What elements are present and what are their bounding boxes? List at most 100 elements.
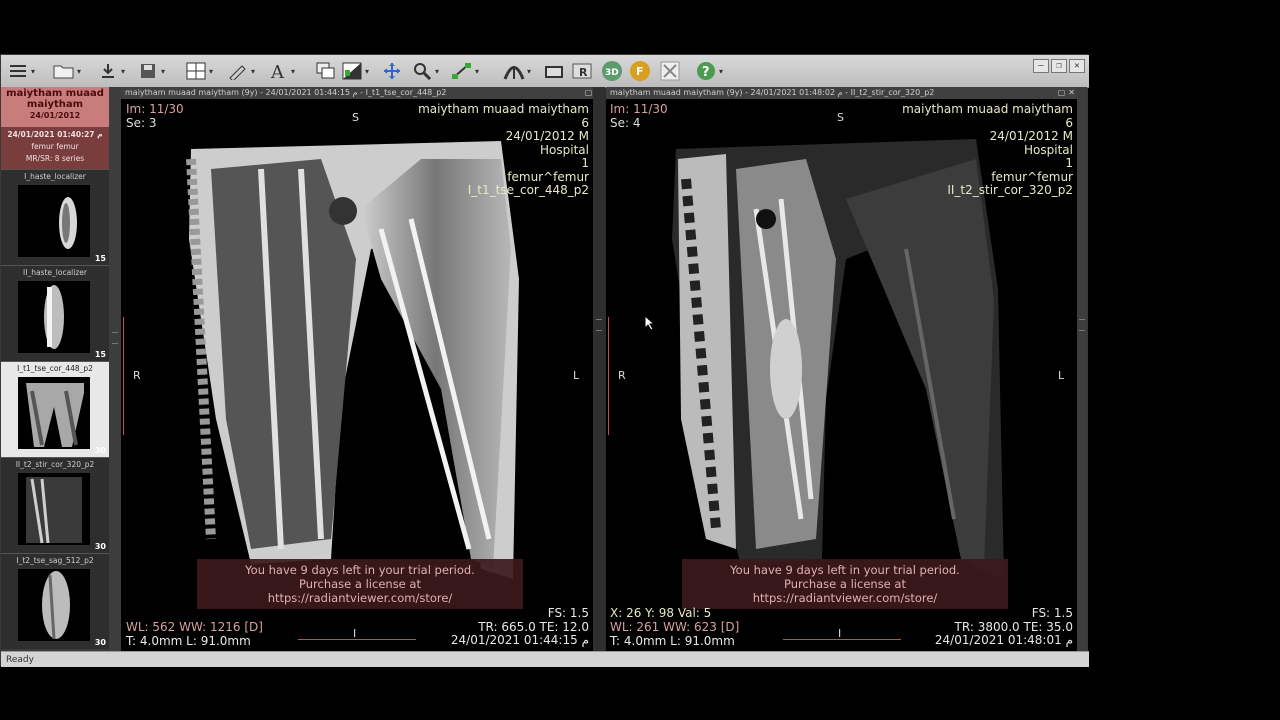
snapshot-button[interactable] [543, 59, 565, 83]
series-image-count: 15 [94, 254, 106, 263]
restore-button[interactable]: ❐ [1051, 59, 1067, 73]
download-icon [97, 60, 119, 82]
viewport-2[interactable]: maiytham muaad maiytham (9y) - 24/01/202… [606, 87, 1077, 651]
text-annotation-button[interactable]: A ▾ [267, 59, 297, 83]
help-button[interactable]: ? ▾ [695, 59, 725, 83]
reset-icon: R [571, 60, 593, 82]
viewport-splitter[interactable] [593, 87, 605, 651]
series-item-selected[interactable]: I_t1_tse_cor_448_p2 30 [1, 361, 109, 457]
layout-menu-button[interactable]: ▾ [7, 59, 37, 83]
save-icon [137, 60, 159, 82]
svg-text:R: R [579, 66, 588, 79]
3d-button[interactable]: 3D [601, 59, 623, 83]
close-button[interactable]: ✕ [1069, 59, 1085, 73]
rotate-button[interactable]: R [571, 59, 593, 83]
zoom-button[interactable]: ▾ [411, 59, 441, 83]
trial-purchase-link[interactable]: Purchase a license at https://radiantvie… [690, 577, 1000, 605]
save-button[interactable]: ▾ [137, 59, 167, 83]
help-icon: ? [695, 60, 717, 82]
series-item[interactable]: II_haste_localizer 15 [1, 265, 109, 361]
fusion-button[interactable]: F [629, 59, 651, 83]
right-splitter[interactable] [1077, 87, 1087, 651]
tr-te: TR: 665.0 TE: 12.0 [478, 619, 589, 634]
series-label: II_haste_localizer [23, 268, 87, 277]
viewport-title: maiytham muaad maiytham (9y) - 24/01/202… [606, 87, 1077, 99]
maximize-viewport-icon[interactable]: ▢ [1058, 88, 1066, 97]
ruler-button[interactable]: ▾ [451, 59, 481, 83]
thickness-location: T: 4.0mm L: 91.0mm [126, 634, 251, 648]
study-modality: MR/SR: 8 series [25, 154, 85, 163]
scale-ruler-horizontal [783, 635, 901, 640]
orientation-left: R [133, 369, 141, 382]
acquisition-datetime: 24/01/2021 01:44:15 م [450, 633, 589, 647]
series-number: Se: 3 [126, 116, 157, 130]
measure-button[interactable]: ▾ [227, 59, 257, 83]
series-thumbnail [18, 185, 90, 257]
series-label: II_t2_stir_cor_320_p2 [15, 460, 95, 469]
overlay-patient-name: maiytham muaad maiytham [418, 102, 589, 116]
scale-ruler-vertical [123, 317, 128, 435]
series-button[interactable] [315, 59, 337, 83]
series-thumbnail [18, 473, 90, 545]
tools-button[interactable] [659, 59, 681, 83]
orientation-right: L [573, 369, 580, 382]
sidebar-splitter[interactable] [109, 87, 121, 651]
tr-te: TR: 3800.0 TE: 35.0 [954, 619, 1073, 634]
series-item[interactable]: I_haste_localizer 15 [1, 169, 109, 265]
folder-icon [53, 60, 75, 82]
overlay-age: 6 [581, 115, 589, 130]
svg-text:?: ? [702, 65, 710, 80]
overlay-dob-sex: 24/01/2012 M [505, 129, 589, 143]
open-button[interactable]: ▾ [53, 59, 83, 83]
series-image-count: 30 [94, 446, 106, 455]
maximize-viewport-icon[interactable]: ▢ [585, 88, 593, 97]
overlay-study-desc: femur^femur [507, 169, 589, 184]
window-level: WL: 562 WW: 1216 [D] [126, 620, 263, 634]
zoom-icon [411, 60, 433, 82]
series-item[interactable]: II_t2_stir_cor_320_p2 30 [1, 457, 109, 553]
3d-icon: 3D [601, 60, 623, 82]
scale-ruler-vertical [608, 317, 613, 435]
window-level-button[interactable]: ▾ [341, 59, 371, 83]
series-label: I_t1_tse_cor_448_p2 [17, 364, 93, 373]
grid-layout-button[interactable]: ▾ [185, 59, 215, 83]
orientation-right: L [1058, 369, 1065, 382]
tools-icon [659, 60, 681, 82]
image-number: Im: 11/30 [126, 102, 184, 116]
orientation-top: S [352, 111, 359, 124]
window-controls: — ❐ ✕ [1033, 59, 1085, 73]
minimize-button[interactable]: — [1033, 59, 1049, 73]
pan-button[interactable] [381, 59, 403, 83]
series-label: I_t2_tse_sag_512_p2 [16, 556, 94, 565]
patient-name: maiytham muaad maiytham [6, 88, 104, 110]
fusion-icon: F [629, 60, 651, 82]
acquisition-overlay: FS: 1.5 TR: 3800.0 TE: 35.0 24/01/2021 0… [935, 606, 1073, 648]
main-toolbar: ▾ ▾ ▾ ▾ ▾ ▾ A ▾ ▾ ▾ ▾ ▾ R 3D F ? ▾ — ❐ ✕ [1, 55, 1089, 88]
patient-info[interactable]: maiytham muaad maiytham 24/01/2012 [1, 87, 109, 127]
study-info[interactable]: 24/01/2021 01:40:27 م femur femur MR/SR:… [1, 127, 109, 169]
radiant-viewer-window: ▾ ▾ ▾ ▾ ▾ ▾ A ▾ ▾ ▾ ▾ ▾ R 3D F ? ▾ — ❐ ✕… [0, 54, 1089, 667]
orientation-top: S [837, 111, 844, 124]
field-strength: FS: 1.5 [547, 606, 589, 620]
close-viewport-icon[interactable]: ✕ [1068, 88, 1075, 97]
image-number: Im: 11/30 [610, 102, 668, 116]
orientation-left: R [618, 369, 626, 382]
viewport-1[interactable]: maiytham muaad maiytham (9y) - 24/01/202… [121, 87, 604, 651]
patient-overlay: maiytham muaad maiytham 6 24/01/2012 M H… [418, 102, 589, 198]
mpr-button[interactable]: ▾ [503, 59, 533, 83]
mpr-icon [503, 60, 525, 82]
series-image-count: 15 [94, 350, 106, 359]
move-icon [381, 60, 403, 82]
overlay-patient-name: maiytham muaad maiytham [902, 102, 1073, 116]
svg-text:A: A [270, 62, 285, 80]
trial-purchase-link[interactable]: Purchase a license at https://radiantvie… [205, 577, 515, 605]
overlay-study-id: 1 [1065, 156, 1073, 170]
overlay-institution: Hospital [540, 142, 589, 157]
series-number: Se: 4 [610, 116, 641, 130]
mouse-cursor-icon [644, 314, 656, 335]
series-item[interactable]: I_t2_tse_sag_512_p2 30 [1, 553, 109, 649]
text-icon: A [267, 60, 289, 82]
study-datetime: 24/01/2021 01:40:27 م [7, 130, 103, 139]
overlay-series-desc: II_t2_stir_cor_320_p2 [947, 183, 1073, 197]
download-button[interactable]: ▾ [97, 59, 127, 83]
